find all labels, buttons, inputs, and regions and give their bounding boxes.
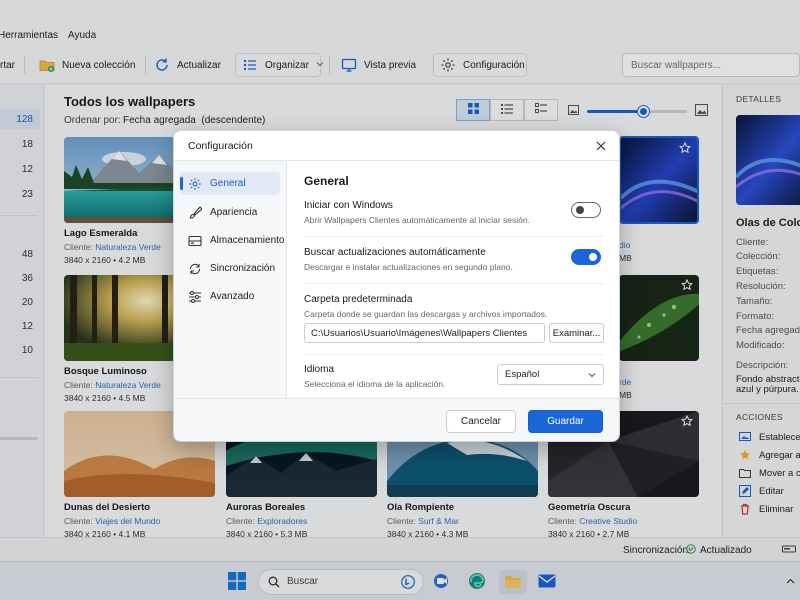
sync-icon [188,262,202,276]
nav-label: Sincronización [210,263,276,274]
settings-dialog: Configuración General Apariencia Almacen… [173,130,620,442]
brush-icon [188,205,202,220]
section-title: General [304,174,349,188]
nav-label: Apariencia [210,207,258,218]
nav-storage[interactable]: Almacenamiento [180,229,284,252]
nav-label: Almacenamiento [210,235,285,246]
nav-general[interactable]: General [180,172,280,195]
browse-button[interactable]: Examinar... [549,323,604,343]
option-divider [304,236,604,237]
toggle-knob [576,206,584,214]
auto-update-title: Buscar actualizaciones automáticamente [304,247,486,258]
gear-icon [188,177,202,191]
start-windows-desc: Abrir Wallpapers Clientes automáticament… [304,215,530,225]
storage-icon [188,234,202,248]
language-desc: Selecciona el idioma de la aplicación. [304,379,446,389]
nav-label: General [210,178,246,189]
nav-sync[interactable]: Sincronización [180,257,280,280]
auto-update-desc: Descargar e instalar actualizaciones en … [304,262,513,272]
sliders-icon [188,290,202,304]
start-windows-title: Iniciar con Windows [304,200,393,211]
close-icon [596,141,606,154]
start-windows-toggle[interactable] [571,202,601,218]
folder-title: Carpeta predeterminada [304,294,413,305]
nav-advanced[interactable]: Avanzado [180,285,280,308]
dialog-footer: Cancelar Guardar [174,398,619,441]
toggle-knob [589,253,597,261]
dialog-title: Configuración [188,140,253,152]
auto-update-toggle[interactable] [571,249,601,265]
language-value: Español [505,369,540,380]
option-divider [304,283,604,284]
settings-nav: General Apariencia Almacenamiento Sincro… [174,160,287,398]
nav-appearance[interactable]: Apariencia [180,201,280,224]
close-button[interactable] [593,139,609,155]
language-title: Idioma [304,364,335,375]
folder-path-input[interactable]: C:\Usuarios\Usuario\Imágenes\Wallpapers … [304,323,545,343]
chevron-down-icon [588,371,596,382]
option-divider [304,354,604,355]
nav-label: Avanzado [210,291,255,302]
settings-content: General Iniciar con Windows Abrir Wallpa… [288,160,619,398]
language-select[interactable]: Español [497,364,604,385]
save-button[interactable]: Guardar [528,410,603,433]
cancel-button[interactable]: Cancelar [446,410,516,433]
folder-desc: Carpeta donde se guardan las descargas y… [304,309,548,319]
